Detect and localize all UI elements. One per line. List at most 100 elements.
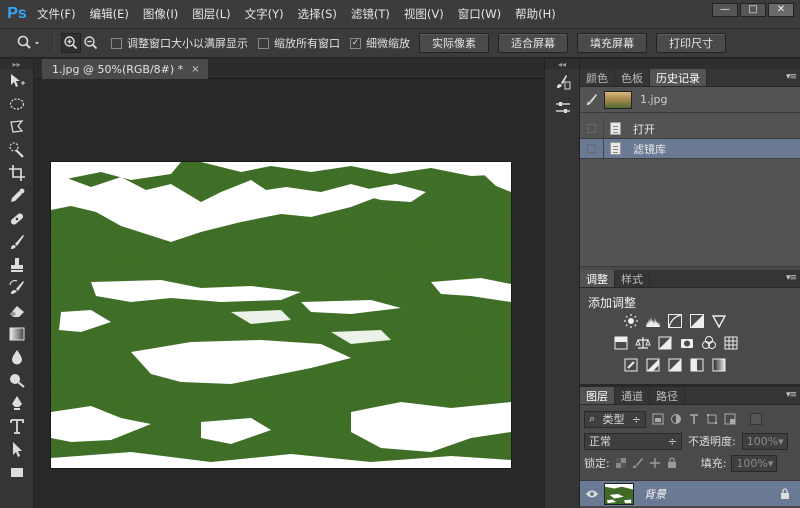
move-tool[interactable]: [0, 69, 34, 92]
history-panel-button[interactable]: [545, 69, 581, 95]
clone-stamp-tool[interactable]: [0, 253, 34, 276]
toolbar-collapse-icon[interactable]: ▸▸: [0, 59, 33, 69]
lock-all-icon[interactable]: [666, 457, 678, 469]
vibrance-icon[interactable]: [710, 312, 728, 330]
opacity-input[interactable]: 100% ▾: [741, 432, 788, 450]
tab-history[interactable]: 历史记录: [650, 69, 707, 86]
gradient-map-icon[interactable]: [710, 356, 728, 374]
curves-icon[interactable]: [666, 312, 684, 330]
scrubby-zoom-checkbox[interactable]: ✓ 细微缩放: [350, 35, 410, 51]
exposure-icon[interactable]: [688, 312, 706, 330]
tab-adjustments[interactable]: 调整: [580, 270, 615, 287]
hue-saturation-icon[interactable]: [612, 334, 630, 352]
panel-menu-icon[interactable]: ▾≡: [786, 72, 797, 82]
type-tool[interactable]: [0, 414, 34, 437]
menu-type[interactable]: 文字(Y): [238, 0, 291, 28]
document-image[interactable]: [51, 162, 511, 468]
marquee-tool[interactable]: [0, 92, 34, 115]
selective-color-icon[interactable]: [688, 356, 706, 374]
posterize-icon[interactable]: [644, 356, 662, 374]
photoshop-logo: Ps: [7, 5, 27, 22]
fill-input[interactable]: 100% ▾: [731, 454, 778, 472]
fit-screen-button[interactable]: 适合屏幕: [498, 33, 568, 53]
menu-layer[interactable]: 图层(L): [185, 0, 237, 28]
zoom-all-windows-checkbox[interactable]: 缩放所有窗口: [258, 35, 340, 51]
history-state-selected[interactable]: 滤镜库: [580, 139, 800, 159]
tab-layers[interactable]: 图层: [580, 387, 615, 404]
dock-collapse-icon[interactable]: ◂◂: [545, 59, 579, 69]
quick-selection-tool[interactable]: [0, 138, 34, 161]
tab-channels[interactable]: 通道: [615, 387, 650, 404]
channel-mixer-icon[interactable]: [700, 334, 718, 352]
properties-panel-button[interactable]: [545, 95, 581, 121]
blur-tool[interactable]: [0, 345, 34, 368]
lock-position-icon[interactable]: [649, 457, 661, 469]
eyedropper-tool[interactable]: [0, 184, 34, 207]
black-white-icon[interactable]: [656, 334, 674, 352]
layer-visibility-toggle[interactable]: [580, 489, 604, 499]
menu-view[interactable]: 视图(V): [397, 0, 451, 28]
color-balance-icon[interactable]: [634, 334, 652, 352]
rectangle-tool[interactable]: [0, 460, 34, 483]
tab-styles[interactable]: 样式: [615, 270, 650, 287]
pen-tool[interactable]: [0, 391, 34, 414]
menu-help[interactable]: 帮助(H): [508, 0, 563, 28]
filter-shape-icon[interactable]: [706, 413, 718, 425]
brush-tool[interactable]: [0, 230, 34, 253]
lock-image-pixels-icon[interactable]: [632, 457, 644, 469]
gradient-tool[interactable]: [0, 322, 34, 345]
path-selection-icon: [13, 441, 22, 457]
color-lookup-icon[interactable]: [722, 334, 740, 352]
history-source-slot[interactable]: [580, 119, 604, 138]
canvas-area[interactable]: [34, 80, 544, 508]
brightness-contrast-icon[interactable]: [622, 312, 640, 330]
print-size-button[interactable]: 打印尺寸: [656, 33, 726, 53]
zoom-in-button[interactable]: [61, 33, 81, 53]
panel-menu-icon[interactable]: ▾≡: [786, 273, 797, 283]
menu-select[interactable]: 选择(S): [291, 0, 344, 28]
tab-swatches[interactable]: 色板: [615, 69, 650, 86]
invert-icon[interactable]: [622, 356, 640, 374]
fill-screen-button[interactable]: 填充屏幕: [577, 33, 647, 53]
menu-file[interactable]: 文件(F): [30, 0, 83, 28]
panel-menu-icon[interactable]: ▾≡: [786, 390, 797, 400]
tab-color[interactable]: 颜色: [580, 69, 615, 86]
filter-pixel-icon[interactable]: [652, 413, 664, 425]
close-document-icon[interactable]: ×: [191, 64, 199, 75]
zoom-out-button[interactable]: [81, 33, 101, 53]
history-source-slot[interactable]: [580, 139, 604, 158]
eraser-tool[interactable]: [0, 299, 34, 322]
threshold-icon[interactable]: [666, 356, 684, 374]
tool-preset-picker[interactable]: [10, 31, 48, 55]
tab-paths[interactable]: 路径: [650, 387, 685, 404]
crop-tool[interactable]: [0, 161, 34, 184]
filter-toggle-switch[interactable]: [750, 413, 762, 425]
healing-brush-tool[interactable]: [0, 207, 34, 230]
history-brush-tool[interactable]: [0, 276, 34, 299]
menu-window[interactable]: 窗口(W): [451, 0, 508, 28]
menu-filter[interactable]: 滤镜(T): [344, 0, 397, 28]
levels-icon[interactable]: [644, 312, 662, 330]
close-button[interactable]: ✕: [768, 3, 794, 17]
photo-filter-icon[interactable]: [678, 334, 696, 352]
menu-edit[interactable]: 编辑(E): [83, 0, 136, 28]
history-state[interactable]: 打开: [580, 119, 800, 139]
layer-filter-kind-select[interactable]: ⌕ 类型 ÷: [584, 410, 646, 428]
lasso-tool[interactable]: [0, 115, 34, 138]
history-snapshot[interactable]: 1.jpg: [580, 87, 800, 113]
lock-transparent-pixels-icon[interactable]: [615, 457, 627, 469]
path-selection-tool[interactable]: [0, 437, 34, 460]
menu-image[interactable]: 图像(I): [136, 0, 185, 28]
filter-type-icon[interactable]: [688, 413, 700, 425]
restore-button[interactable]: □: [740, 3, 766, 17]
filter-smart-object-icon[interactable]: [724, 413, 736, 425]
dodge-tool[interactable]: [0, 368, 34, 391]
layer-row-background[interactable]: 背景: [580, 480, 800, 506]
minimize-button[interactable]: —: [712, 3, 738, 17]
filter-adjustment-icon[interactable]: [670, 413, 682, 425]
actual-pixels-button[interactable]: 实际像素: [419, 33, 489, 53]
history-brush-source-icon[interactable]: [580, 87, 604, 112]
resize-windows-checkbox[interactable]: 调整窗口大小以满屏显示: [111, 35, 248, 51]
document-tab[interactable]: 1.jpg @ 50%(RGB/8#) * ×: [42, 59, 208, 79]
blend-mode-select[interactable]: 正常 ÷: [584, 432, 682, 450]
